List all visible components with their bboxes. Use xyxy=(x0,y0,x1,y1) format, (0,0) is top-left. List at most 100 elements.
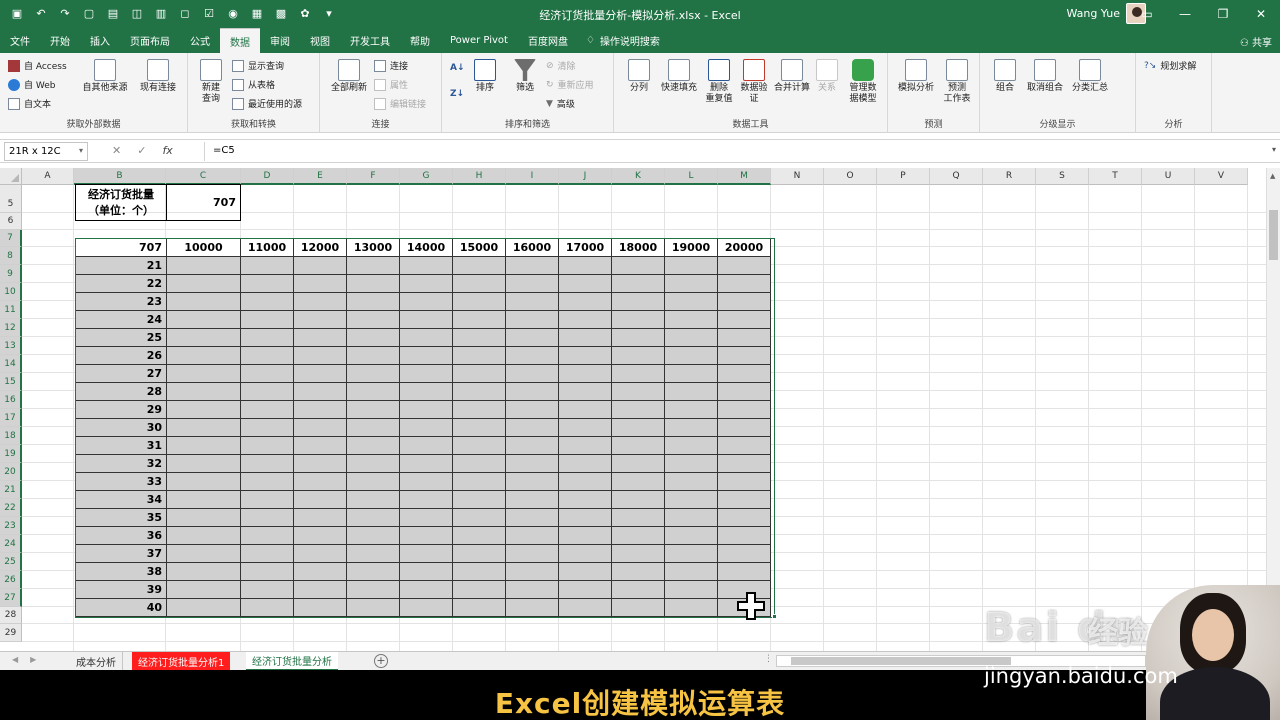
solver-button[interactable]: ?↘ 规划求解 xyxy=(1144,59,1196,73)
column-header[interactable]: G xyxy=(400,168,453,185)
row-header[interactable]: 14 xyxy=(0,355,22,373)
tab-baidu-disk[interactable]: 百度网盘 xyxy=(518,28,578,53)
formula-input[interactable]: =C5 xyxy=(204,142,1266,161)
table-cell[interactable] xyxy=(506,509,559,527)
table-cell[interactable] xyxy=(718,545,771,563)
row-header[interactable]: 7 xyxy=(0,230,22,247)
table-cell[interactable] xyxy=(718,275,771,293)
table-corner-cell[interactable]: 707 xyxy=(76,239,167,257)
table-cell[interactable] xyxy=(167,347,241,365)
open-folder-icon[interactable]: ▤ xyxy=(104,5,122,21)
table-cell[interactable] xyxy=(347,275,400,293)
sheet-tab-eoq-analysis-1[interactable]: 经济订货批量分析1 xyxy=(132,652,231,671)
table-cell[interactable] xyxy=(167,563,241,581)
table-col-header[interactable]: 12000 xyxy=(294,239,347,257)
undo-icon[interactable]: ↶ xyxy=(32,5,50,21)
table-cell[interactable] xyxy=(294,491,347,509)
camera-icon[interactable]: ◉ xyxy=(224,5,242,21)
row-header[interactable]: 29 xyxy=(0,624,22,642)
table-cell[interactable] xyxy=(506,491,559,509)
table-row-header[interactable]: 35 xyxy=(76,509,167,527)
table-cell[interactable] xyxy=(665,509,718,527)
from-web-button[interactable]: 自 Web xyxy=(8,78,55,91)
table-cell[interactable] xyxy=(718,563,771,581)
table-cell[interactable] xyxy=(506,311,559,329)
table-cell[interactable] xyxy=(167,545,241,563)
table-cell[interactable] xyxy=(241,383,294,401)
table-row-header[interactable]: 38 xyxy=(76,563,167,581)
table-row-header[interactable]: 30 xyxy=(76,419,167,437)
sheet-tab-eoq-analysis[interactable]: 经济订货批量分析 xyxy=(246,652,338,671)
table-cell[interactable] xyxy=(167,365,241,383)
column-header[interactable]: B xyxy=(74,168,166,185)
table-cell[interactable] xyxy=(241,473,294,491)
column-header[interactable]: J xyxy=(559,168,612,185)
tab-help[interactable]: 帮助 xyxy=(400,28,440,53)
table-cell[interactable] xyxy=(347,599,400,617)
table-cell[interactable] xyxy=(718,509,771,527)
next-sheet-icon[interactable]: ▶ xyxy=(30,655,36,664)
new-query-button[interactable]: 新建 查询 xyxy=(194,59,228,105)
table-cell[interactable] xyxy=(453,581,506,599)
table-cell[interactable] xyxy=(453,401,506,419)
table-cell[interactable] xyxy=(167,383,241,401)
table-cell[interactable] xyxy=(718,257,771,275)
table-cell[interactable] xyxy=(665,293,718,311)
table-col-header[interactable]: 10000 xyxy=(167,239,241,257)
table-cell[interactable] xyxy=(400,581,453,599)
insert-function-icon[interactable]: fx xyxy=(162,144,172,157)
row-header[interactable]: 22 xyxy=(0,499,22,517)
tab-file[interactable]: 文件 xyxy=(0,28,40,53)
table-cell[interactable] xyxy=(665,419,718,437)
table-cell[interactable] xyxy=(612,293,665,311)
row-header[interactable]: 27 xyxy=(0,589,22,607)
table-cell[interactable] xyxy=(400,383,453,401)
table-cell[interactable] xyxy=(294,257,347,275)
enter-icon[interactable]: ✓ xyxy=(137,144,146,157)
table-cell[interactable] xyxy=(612,437,665,455)
row-header[interactable]: 11 xyxy=(0,301,22,319)
existing-connections-button[interactable]: 现有连接 xyxy=(134,59,182,94)
table-cell[interactable] xyxy=(241,347,294,365)
table-cell[interactable] xyxy=(167,437,241,455)
table-cell[interactable] xyxy=(665,473,718,491)
tab-data[interactable]: 数据 xyxy=(220,28,260,53)
table-cell[interactable] xyxy=(167,509,241,527)
table-cell[interactable] xyxy=(665,329,718,347)
table-cell[interactable] xyxy=(400,599,453,617)
table-cell[interactable] xyxy=(612,563,665,581)
table-cell[interactable] xyxy=(294,599,347,617)
table-cell[interactable] xyxy=(506,527,559,545)
vertical-scrollbar[interactable]: ▲ xyxy=(1266,168,1280,651)
table-cell[interactable] xyxy=(665,401,718,419)
table-cell[interactable] xyxy=(453,473,506,491)
other-sources-button[interactable]: 自其他来源 xyxy=(78,59,132,94)
table-cell[interactable] xyxy=(167,401,241,419)
table-cell[interactable] xyxy=(612,365,665,383)
table-cell[interactable] xyxy=(347,401,400,419)
table-cell[interactable] xyxy=(453,437,506,455)
customize-qat-icon[interactable]: ▾ xyxy=(320,5,338,21)
row-header[interactable]: 18 xyxy=(0,427,22,445)
table-cell[interactable] xyxy=(347,437,400,455)
table-cell[interactable] xyxy=(400,509,453,527)
expand-formula-icon[interactable]: ▾ xyxy=(1272,145,1276,154)
table-cell[interactable] xyxy=(347,545,400,563)
table-cell[interactable] xyxy=(294,473,347,491)
table-cell[interactable] xyxy=(665,455,718,473)
table-cell[interactable] xyxy=(241,401,294,419)
table-cell[interactable] xyxy=(453,329,506,347)
table-cell[interactable] xyxy=(665,545,718,563)
table-cell[interactable] xyxy=(506,275,559,293)
table-cell[interactable] xyxy=(400,311,453,329)
table-col-header[interactable]: 13000 xyxy=(347,239,400,257)
from-table-button[interactable]: 从表格 xyxy=(232,78,275,91)
table-cell[interactable] xyxy=(506,329,559,347)
table-cell[interactable] xyxy=(612,347,665,365)
column-header[interactable]: T xyxy=(1089,168,1142,185)
column-header[interactable]: E xyxy=(294,168,347,185)
table-cell[interactable] xyxy=(294,545,347,563)
tell-me-search[interactable]: ♢ 操作说明搜索 xyxy=(578,33,668,48)
table-cell[interactable] xyxy=(665,275,718,293)
table-cell[interactable] xyxy=(347,347,400,365)
